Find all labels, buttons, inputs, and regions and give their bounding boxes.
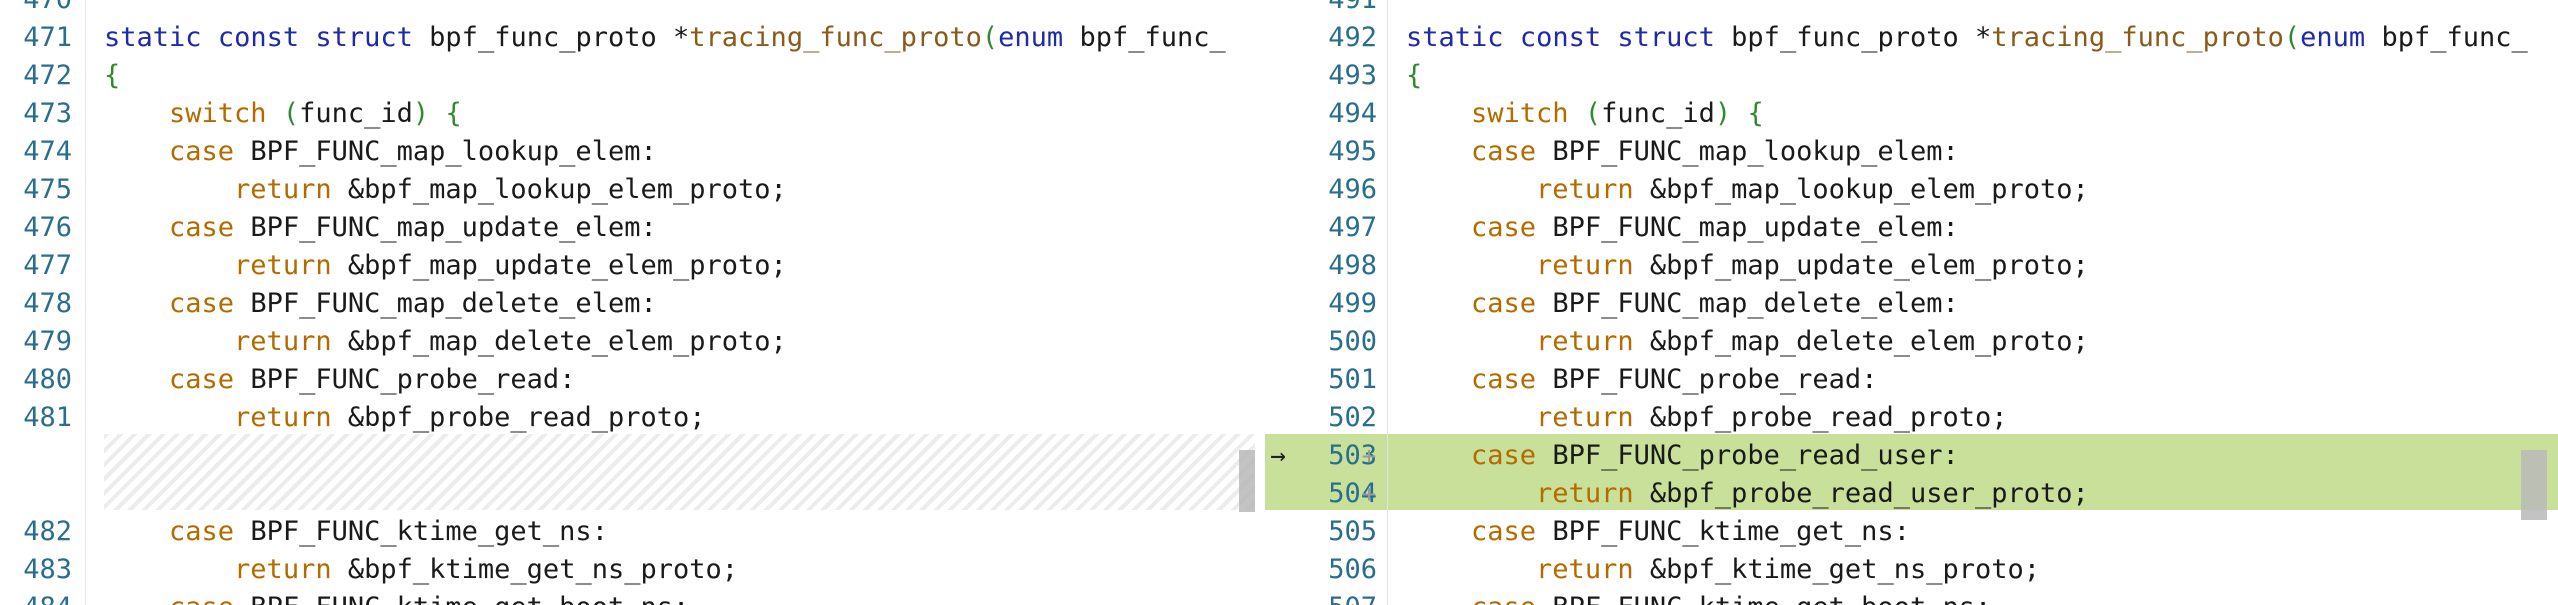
right-line-number: 502: [1328, 402, 1377, 433]
code-line: case BPF_FUNC_ktime_get_boot_ns:: [86, 589, 1265, 605]
code-line: static const struct bpf_func_proto *trac…: [104, 22, 1226, 53]
code-line: case BPF_FUNC_map_delete_elem:: [1471, 288, 1959, 319]
code-line: return &bpf_map_lookup_elem_proto;: [1536, 174, 2089, 205]
right-gutter: 491492493494495496497498499500501502503+…: [1265, 0, 1387, 605]
right-line-number: 495: [1328, 136, 1377, 167]
code-line: return &bpf_ktime_get_ns_proto;: [234, 554, 739, 585]
code-line: return &bpf_probe_read_proto;: [234, 402, 706, 433]
left-line-number: 479: [23, 326, 72, 357]
left-line-number: 481: [23, 402, 72, 433]
code-line: case BPF_FUNC_map_lookup_elem:: [1471, 136, 1959, 167]
right-line-number: 496: [1328, 174, 1377, 205]
added-code-line: case BPF_FUNC_probe_read_user:: [1471, 440, 1959, 471]
code-line: return &bpf_map_lookup_elem_proto;: [234, 174, 787, 205]
code-line: return &bpf_map_update_elem_proto;: [1536, 250, 2089, 281]
right-line-number: 499: [1328, 288, 1377, 319]
right-line-number: 497: [1328, 212, 1377, 243]
code-line: return &bpf_map_delete_elem_proto;: [1536, 326, 2089, 357]
left-pane: 470 471 472 473 474 475 476 477 478 479 480 481 482 4…: [0, 0, 1265, 605]
code-line: case BPF_FUNC_ktime_get_ns:: [1471, 516, 1910, 547]
right-pane: 491492493494495496497498499500501502503+…: [1265, 0, 2558, 605]
code-line: return &bpf_map_delete_elem_proto;: [234, 326, 787, 357]
right-line-number: 506: [1328, 554, 1377, 585]
code-line: return &bpf_ktime_get_ns_proto;: [1536, 554, 2041, 585]
left-line-number: 474: [23, 136, 72, 167]
code-line: case BPF_FUNC_map_update_elem:: [1471, 212, 1959, 243]
code-line: switch (func_id) {: [1471, 98, 1764, 129]
added-line-marker: +: [1361, 442, 1377, 470]
code-line: case BPF_FUNC_map_delete_elem:: [169, 288, 657, 319]
left-line-number: 484: [0, 589, 72, 605]
added-code-line: return &bpf_probe_read_user_proto;: [1536, 478, 2089, 509]
right-line-number: 505: [1328, 516, 1377, 547]
left-line-number: 480: [23, 364, 72, 395]
code-line: case BPF_FUNC_ktime_get_boot_ns:: [1388, 589, 2558, 605]
code-line: case BPF_FUNC_map_update_elem:: [169, 212, 657, 243]
added-line-marker: +: [1361, 480, 1377, 508]
left-line-number: 478: [23, 288, 72, 319]
right-line-number: 493: [1328, 60, 1377, 91]
left-line-number: 470: [0, 0, 72, 19]
code-line: case BPF_FUNC_probe_read:: [169, 364, 576, 395]
code-line: static const struct bpf_func_proto *trac…: [1406, 22, 2528, 53]
code-line: return &bpf_map_update_elem_proto;: [234, 250, 787, 281]
left-line-number: 472: [23, 60, 72, 91]
right-code[interactable]: static const struct bpf_func_proto *trac…: [1388, 0, 2558, 605]
left-gutter: 470 471 472 473 474 475 476 477 478 479 480 481 482 4…: [0, 0, 85, 605]
right-line-number: 500: [1328, 326, 1377, 357]
left-line-number: 482: [23, 516, 72, 547]
diff-viewer: 470 471 472 473 474 475 476 477 478 479 480 481 482 4…: [0, 0, 2558, 605]
right-line-number: 501: [1328, 364, 1377, 395]
right-line-number: 494: [1328, 98, 1377, 129]
code-line: {: [1406, 60, 1423, 91]
left-line-number: 483: [23, 554, 72, 585]
left-code[interactable]: static const struct bpf_func_proto *trac…: [86, 0, 1265, 605]
code-line: return &bpf_probe_read_proto;: [1536, 402, 2008, 433]
code-line: {: [104, 60, 121, 91]
left-line-number: 476: [23, 212, 72, 243]
code-line: switch (func_id) {: [169, 98, 462, 129]
code-line: case BPF_FUNC_ktime_get_ns:: [169, 516, 608, 547]
right-line-number: 507: [1285, 589, 1377, 605]
code-line: case BPF_FUNC_map_lookup_elem:: [169, 136, 657, 167]
left-line-number: 473: [23, 98, 72, 129]
left-line-number: 477: [23, 250, 72, 281]
right-line-number: 491: [1285, 0, 1377, 19]
right-scrollbar-thumb[interactable]: [2521, 450, 2547, 520]
right-line-number: 498: [1328, 250, 1377, 281]
code-line: case BPF_FUNC_probe_read:: [1471, 364, 1878, 395]
left-line-number: 475: [23, 174, 72, 205]
pane-separator[interactable]: [1255, 0, 1265, 605]
right-line-number: 492: [1328, 22, 1377, 53]
left-line-number: 471: [23, 22, 72, 53]
current-change-arrow-icon[interactable]: →: [1265, 437, 1291, 475]
